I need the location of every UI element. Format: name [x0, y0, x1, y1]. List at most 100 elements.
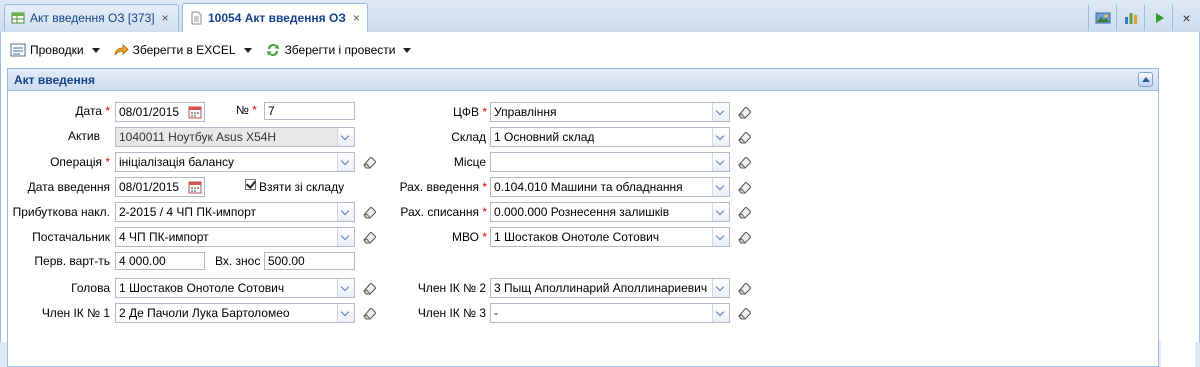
eraser-icon[interactable]	[361, 306, 377, 320]
refresh-icon	[265, 42, 281, 58]
member1-select[interactable]: 2 Де Пачоли Лука Бартоломео	[115, 303, 355, 323]
tab-act-10054[interactable]: 10054 Акт введення ОЗ ×	[182, 3, 368, 32]
supplier-label: Постачальник	[32, 230, 110, 244]
warehouse-select[interactable]: 1 Основний склад	[490, 127, 730, 147]
export-arrow-icon	[113, 42, 129, 58]
place-label: Місце	[453, 155, 486, 169]
eraser-icon[interactable]	[736, 180, 752, 194]
chevron-down-icon[interactable]	[712, 279, 729, 297]
operation-select[interactable]: ініціалізація балансу	[115, 152, 355, 172]
chevron-down-icon[interactable]	[712, 304, 729, 322]
member1-value: 2 Де Пачоли Лука Бартоломео	[119, 306, 290, 320]
intro-date-label: Дата введення	[27, 180, 110, 194]
eraser-icon[interactable]	[736, 281, 752, 295]
chevron-down-icon[interactable]	[337, 128, 354, 146]
number-field[interactable]: 7	[264, 102, 355, 120]
chairman-label: Голова	[71, 281, 110, 295]
tab-act-list[interactable]: Акт введення ОЗ [373] ×	[4, 4, 179, 31]
chevron-down-icon[interactable]	[712, 203, 729, 221]
eraser-icon[interactable]	[736, 230, 752, 244]
window-tools: ×	[1088, 4, 1200, 31]
postings-label: Проводки	[30, 43, 84, 57]
list-icon	[10, 42, 26, 58]
save-and-post-label: Зберегти і провести	[284, 43, 396, 57]
member2-select[interactable]: 3 Пыщ Аполлинарий Аполлинариевич	[490, 278, 730, 298]
member2-value: 3 Пыщ Аполлинарий Аполлинариевич	[494, 281, 708, 295]
initial-cost-label: Перв. варт-ть	[34, 254, 110, 268]
depreciation-label: Вх. знос	[215, 254, 261, 268]
chevron-down-icon	[403, 47, 412, 53]
calendar-icon[interactable]	[188, 180, 202, 194]
chairman-select[interactable]: 1 Шостаков Онотоле Сотович	[115, 278, 355, 298]
chevron-down-icon[interactable]	[712, 228, 729, 246]
mvo-select[interactable]: 1 Шостаков Онотоле Сотович	[490, 227, 730, 247]
chevron-down-icon[interactable]	[712, 178, 729, 196]
cfv-value: Управління	[494, 105, 557, 119]
save-and-post-button[interactable]: Зберегти і провести	[260, 38, 418, 62]
fieldset-header: Акт введення	[8, 69, 1158, 91]
operation-value: ініціалізація балансу	[119, 155, 234, 169]
toolbar: Проводки Зберегти в EXCEL Зберегти і про…	[5, 36, 419, 64]
chevron-down-icon[interactable]	[712, 128, 729, 146]
fieldset-title: Акт введення	[14, 73, 95, 87]
eraser-icon[interactable]	[736, 155, 752, 169]
account-writeoff-value: 0.000.000 Рознесення залишків	[494, 205, 670, 219]
eraser-icon[interactable]	[361, 281, 377, 295]
receipt-invoice-value: 2-2015 / 4 ЧП ПК-импорт	[119, 205, 256, 219]
chevron-down-icon	[91, 47, 100, 53]
document-icon	[189, 11, 203, 25]
date-field[interactable]: 08/01/2015	[115, 102, 205, 122]
save-excel-button[interactable]: Зберегти в EXCEL	[108, 38, 258, 62]
chevron-down-icon[interactable]	[337, 279, 354, 297]
receipt-invoice-select[interactable]: 2-2015 / 4 ЧП ПК-импорт	[115, 202, 355, 222]
image-icon[interactable]	[1088, 4, 1116, 31]
tab-label: Акт введення ОЗ [373]	[30, 11, 155, 25]
eraser-icon[interactable]	[736, 130, 752, 144]
supplier-value: 4 ЧП ПК-импорт	[119, 230, 209, 244]
account-writeoff-select[interactable]: 0.000.000 Рознесення залишків	[490, 202, 730, 222]
initial-cost-field[interactable]: 4 000.00	[115, 252, 205, 270]
postings-button[interactable]: Проводки	[5, 38, 106, 62]
operation-label: Операція *	[50, 155, 110, 169]
mvo-value: 1 Шостаков Онотоле Сотович	[494, 230, 660, 244]
eraser-icon[interactable]	[361, 205, 377, 219]
tab-bar: Акт введення ОЗ [373] × 10054 Акт введен…	[0, 0, 1200, 33]
number-label: № *	[236, 103, 257, 117]
eraser-icon[interactable]	[361, 155, 377, 169]
close-tab-icon[interactable]: ×	[353, 11, 360, 25]
take-from-stock-checkbox[interactable]	[245, 179, 256, 190]
member3-value: -	[494, 306, 498, 320]
member3-label: Член ІК № 3	[417, 306, 486, 320]
close-icon[interactable]: ×	[1172, 4, 1200, 31]
chairman-value: 1 Шостаков Онотоле Сотович	[119, 281, 285, 295]
chevron-down-icon[interactable]	[337, 228, 354, 246]
chevron-down-icon[interactable]	[712, 103, 729, 121]
eraser-icon[interactable]	[736, 205, 752, 219]
chevron-down-icon[interactable]	[712, 153, 729, 171]
bar-chart-icon[interactable]	[1116, 4, 1144, 31]
chevron-down-icon[interactable]	[337, 304, 354, 322]
date-label: Дата *	[75, 104, 110, 118]
tab-label: 10054 Акт введення ОЗ	[208, 11, 346, 25]
eraser-icon[interactable]	[361, 230, 377, 244]
calendar-icon[interactable]	[188, 105, 202, 119]
receipt-invoice-label: Прибуткова накл.	[12, 205, 110, 219]
depreciation-field[interactable]: 500.00	[264, 252, 355, 270]
close-tab-icon[interactable]: ×	[162, 11, 169, 25]
play-icon[interactable]	[1144, 4, 1172, 31]
chevron-down-icon	[243, 47, 252, 53]
asset-select[interactable]: 1040011 Ноутбук Asus X54H	[115, 127, 355, 147]
account-intro-select[interactable]: 0.104.010 Машини та обладнання	[490, 177, 730, 197]
eraser-icon[interactable]	[736, 306, 752, 320]
right-gutter	[1161, 68, 1195, 367]
place-select[interactable]	[490, 152, 730, 172]
collapse-icon[interactable]	[1138, 72, 1153, 87]
chevron-down-icon[interactable]	[337, 153, 354, 171]
supplier-select[interactable]: 4 ЧП ПК-импорт	[115, 227, 355, 247]
eraser-icon[interactable]	[736, 105, 752, 119]
member3-select[interactable]: -	[490, 303, 730, 323]
chevron-down-icon[interactable]	[337, 203, 354, 221]
mvo-label: МВО *	[452, 230, 487, 244]
cfv-select[interactable]: Управління	[490, 102, 730, 122]
intro-date-field[interactable]: 08/01/2015	[115, 177, 205, 197]
